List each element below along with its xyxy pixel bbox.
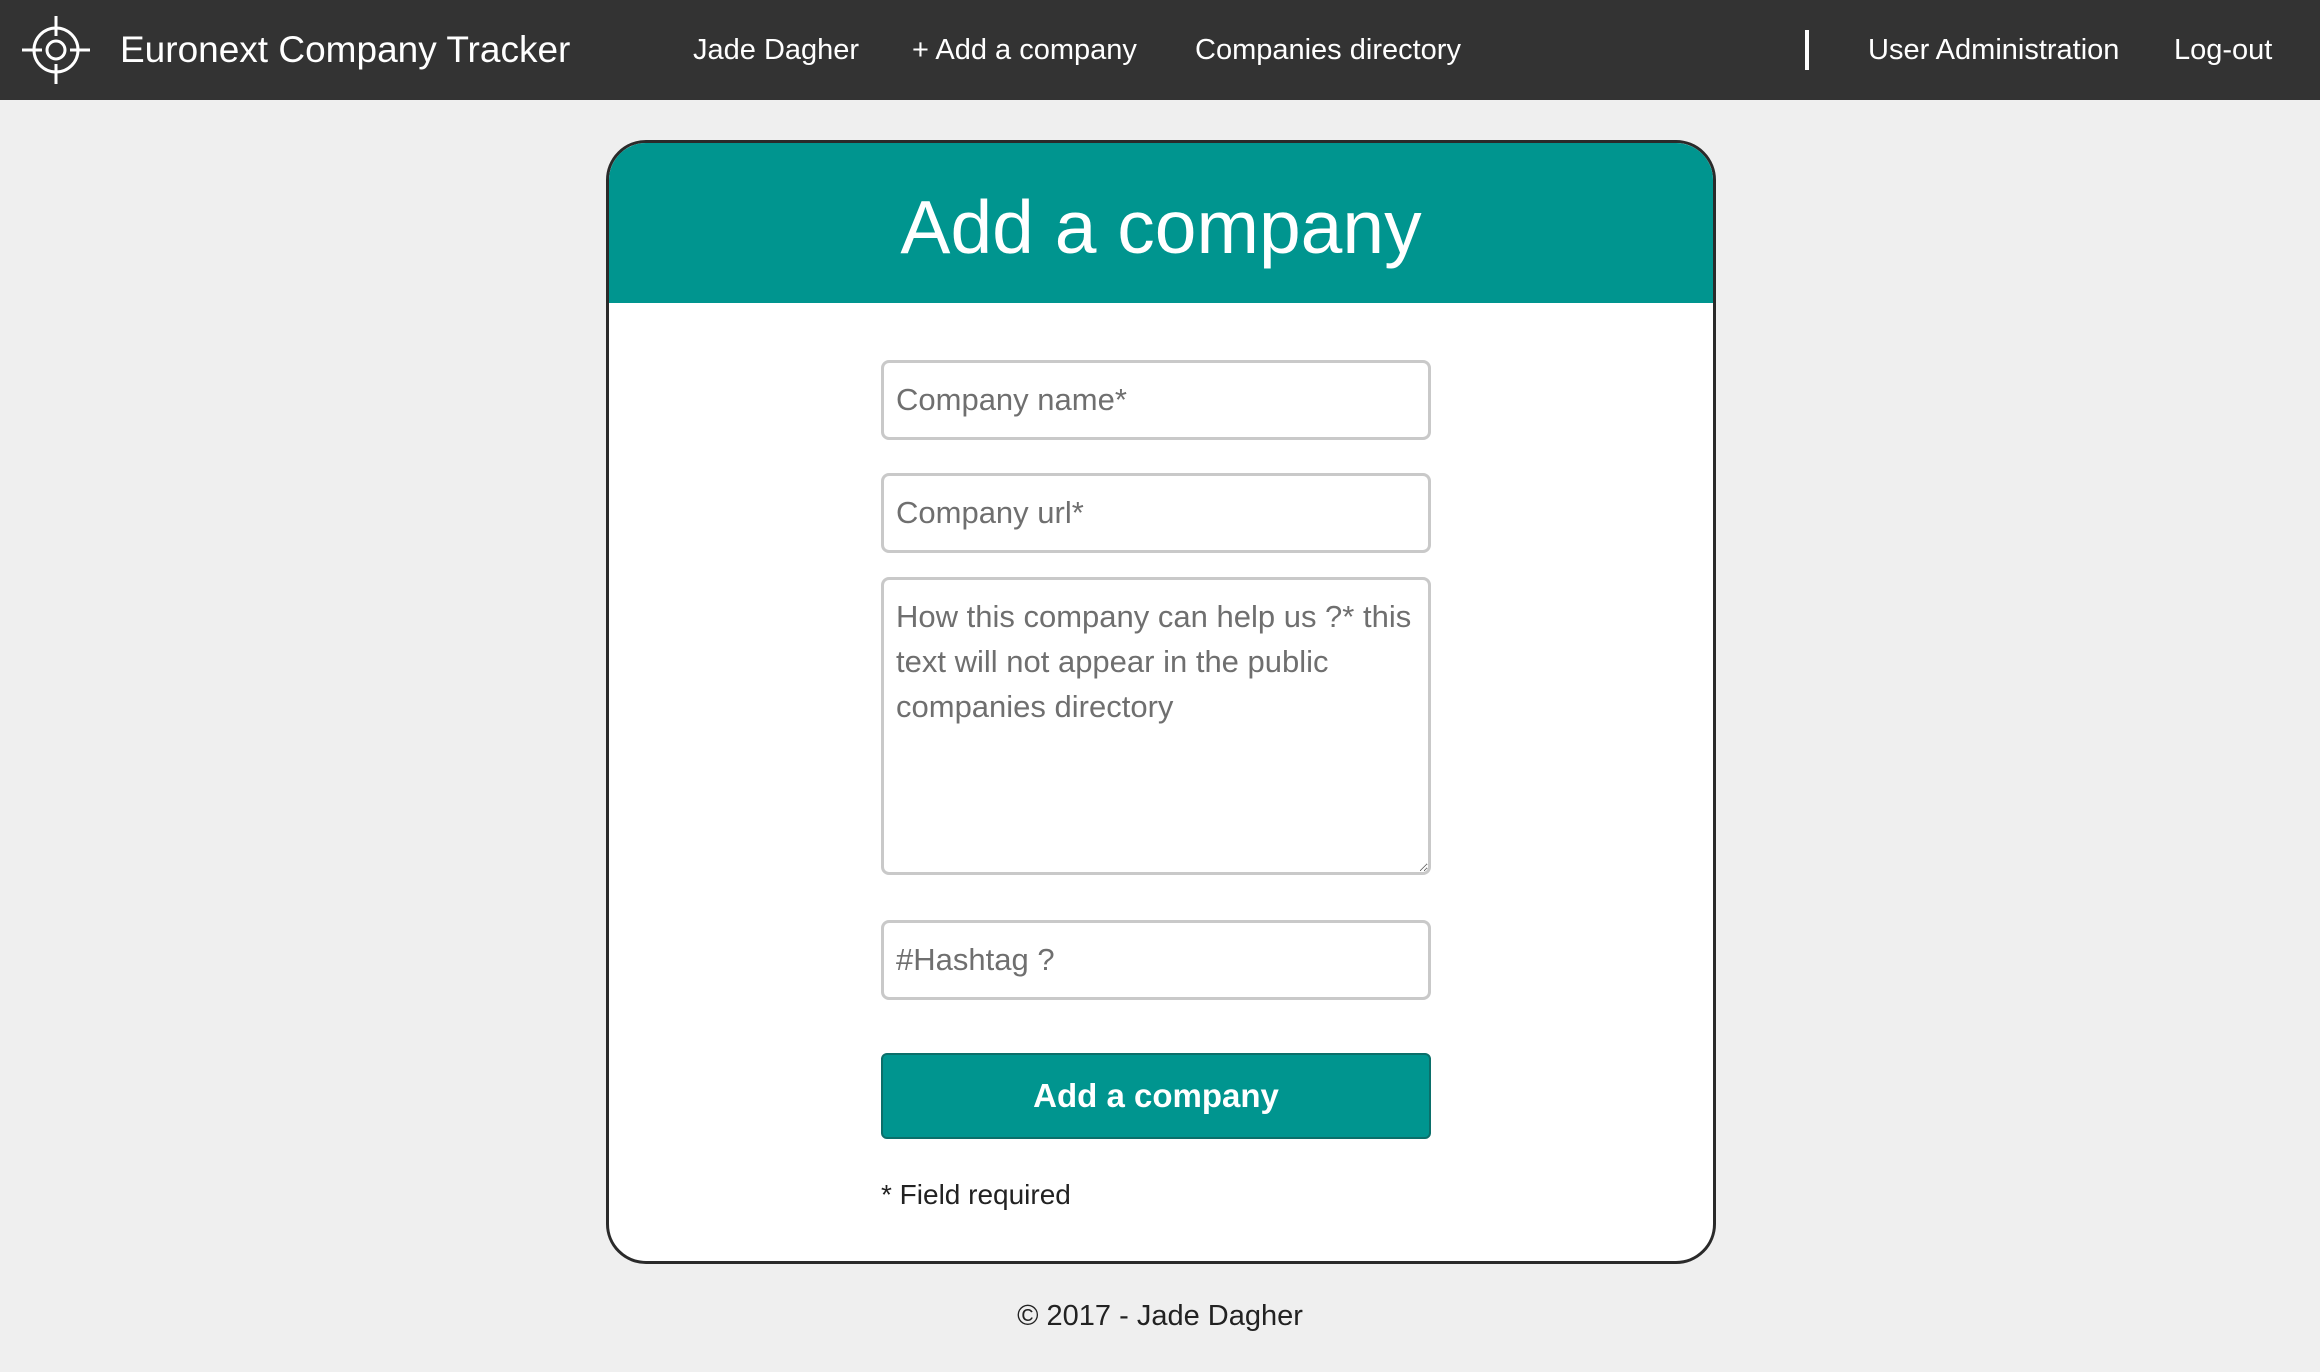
hashtag-input[interactable]	[881, 920, 1431, 1000]
top-navbar: Euronext Company Tracker Jade Dagher + A…	[0, 0, 2320, 100]
nav-user-administration-link[interactable]: User Administration	[1868, 0, 2119, 100]
add-company-card: Add a company Add a company * Field requ…	[606, 140, 1716, 1264]
footer-copyright: © 2017 - Jade Dagher	[1017, 1300, 1303, 1332]
brand-link[interactable]: Euronext Company Tracker	[120, 0, 570, 100]
company-help-textarea[interactable]	[881, 577, 1431, 875]
required-field-note: * Field required	[881, 1179, 1071, 1210]
nav-divider	[1805, 30, 1809, 70]
nav-companies-directory-link[interactable]: Companies directory	[1195, 0, 1461, 100]
nav-add-company-link[interactable]: + Add a company	[912, 0, 1137, 100]
crosshair-icon[interactable]	[20, 14, 92, 86]
nav-logout-link[interactable]: Log-out	[2174, 0, 2272, 100]
company-name-input[interactable]	[881, 360, 1431, 440]
add-company-button[interactable]: Add a company	[881, 1053, 1431, 1139]
company-url-input[interactable]	[881, 473, 1431, 553]
card-title: Add a company	[609, 143, 1713, 303]
nav-user-link[interactable]: Jade Dagher	[693, 0, 859, 100]
